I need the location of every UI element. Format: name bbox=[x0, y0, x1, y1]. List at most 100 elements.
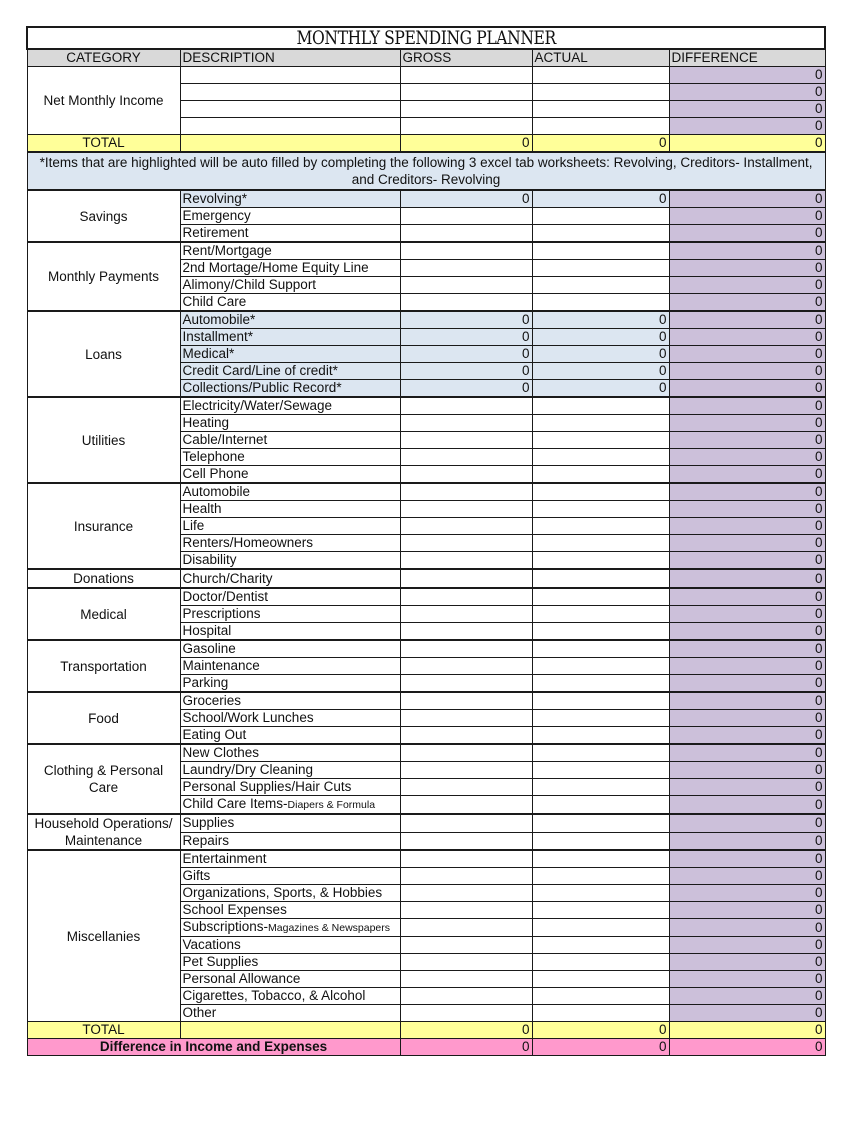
actual-cell[interactable] bbox=[531, 691, 670, 710]
gross-cell[interactable] bbox=[399, 241, 533, 260]
description-cell[interactable]: Credit Card/Line of credit* bbox=[179, 362, 401, 380]
description-cell[interactable]: Eating Out bbox=[179, 726, 401, 745]
gross-cell[interactable] bbox=[399, 901, 533, 919]
gross-cell[interactable] bbox=[399, 657, 533, 675]
actual-cell[interactable] bbox=[531, 293, 670, 312]
actual-cell[interactable] bbox=[531, 500, 670, 518]
actual-cell[interactable] bbox=[531, 970, 670, 988]
actual-cell[interactable] bbox=[531, 639, 670, 658]
gross-cell[interactable] bbox=[399, 987, 533, 1005]
description-cell[interactable]: Pet Supplies bbox=[179, 953, 401, 971]
actual-cell[interactable] bbox=[531, 918, 670, 937]
description-cell[interactable]: Gasoline bbox=[179, 639, 401, 658]
description-cell[interactable]: Repairs bbox=[179, 831, 401, 851]
actual-cell[interactable] bbox=[531, 831, 670, 851]
description-cell[interactable]: Entertainment bbox=[179, 849, 401, 868]
gross-cell[interactable] bbox=[399, 465, 533, 484]
description-cell[interactable]: Disability bbox=[179, 551, 401, 570]
gross-cell[interactable] bbox=[399, 276, 533, 294]
actual-cell[interactable] bbox=[531, 813, 670, 833]
gross-cell[interactable] bbox=[399, 414, 533, 432]
gross-cell[interactable] bbox=[399, 207, 533, 225]
description-cell[interactable]: Emergency bbox=[179, 207, 401, 225]
actual-cell[interactable] bbox=[531, 901, 670, 919]
description-cell[interactable] bbox=[179, 83, 401, 101]
description-cell[interactable]: Hospital bbox=[179, 622, 401, 641]
actual-cell[interactable] bbox=[531, 674, 670, 693]
gross-cell[interactable] bbox=[399, 813, 533, 833]
actual-cell[interactable]: 0 bbox=[531, 362, 670, 380]
gross-cell[interactable]: 0 bbox=[399, 362, 533, 380]
description-cell[interactable]: Parking bbox=[179, 674, 401, 693]
description-cell[interactable]: Laundry/Dry Cleaning bbox=[179, 761, 401, 779]
actual-cell[interactable] bbox=[531, 431, 670, 449]
description-cell[interactable]: Cable/Internet bbox=[179, 431, 401, 449]
gross-cell[interactable] bbox=[399, 849, 533, 868]
description-cell[interactable]: Installment* bbox=[179, 328, 401, 346]
description-cell[interactable]: School/Work Lunches bbox=[179, 709, 401, 727]
gross-cell[interactable] bbox=[399, 568, 533, 589]
gross-cell[interactable] bbox=[399, 884, 533, 902]
description-cell[interactable]: Heating bbox=[179, 414, 401, 432]
gross-cell[interactable] bbox=[399, 691, 533, 710]
gross-cell[interactable] bbox=[399, 795, 533, 815]
gross-cell[interactable]: 0 bbox=[399, 310, 533, 329]
gross-cell[interactable] bbox=[399, 66, 533, 84]
description-cell[interactable]: Maintenance bbox=[179, 657, 401, 675]
description-cell[interactable] bbox=[179, 66, 401, 84]
gross-cell[interactable] bbox=[399, 83, 533, 101]
description-cell[interactable]: Rent/Mortgage bbox=[179, 241, 401, 260]
actual-cell[interactable] bbox=[531, 465, 670, 484]
description-cell[interactable]: 2nd Mortage/Home Equity Line bbox=[179, 259, 401, 277]
gross-cell[interactable] bbox=[399, 743, 533, 762]
description-cell[interactable]: School Expenses bbox=[179, 901, 401, 919]
actual-cell[interactable] bbox=[531, 587, 670, 606]
description-cell[interactable]: Personal Allowance bbox=[179, 970, 401, 988]
description-cell[interactable]: Vacations bbox=[179, 936, 401, 954]
description-cell[interactable]: Doctor/Dentist bbox=[179, 587, 401, 606]
description-cell[interactable]: Supplies bbox=[179, 813, 401, 833]
description-cell[interactable]: Prescriptions bbox=[179, 605, 401, 623]
gross-cell[interactable]: 0 bbox=[399, 189, 533, 208]
actual-cell[interactable] bbox=[531, 259, 670, 277]
description-cell[interactable]: Church/Charity bbox=[179, 568, 401, 589]
description-cell[interactable]: Revolving* bbox=[179, 189, 401, 208]
gross-cell[interactable] bbox=[399, 709, 533, 727]
description-cell[interactable] bbox=[179, 100, 401, 118]
actual-cell[interactable] bbox=[531, 726, 670, 745]
actual-cell[interactable] bbox=[531, 743, 670, 762]
actual-cell[interactable] bbox=[531, 568, 670, 589]
gross-cell[interactable]: 0 bbox=[399, 328, 533, 346]
gross-cell[interactable] bbox=[399, 587, 533, 606]
actual-cell[interactable] bbox=[531, 622, 670, 641]
gross-cell[interactable] bbox=[399, 448, 533, 466]
gross-cell[interactable] bbox=[399, 517, 533, 535]
description-cell[interactable]: Subscriptions-Magazines & Newspapers bbox=[179, 918, 401, 937]
gross-cell[interactable] bbox=[399, 970, 533, 988]
actual-cell[interactable] bbox=[531, 884, 670, 902]
actual-cell[interactable] bbox=[531, 83, 670, 101]
actual-cell[interactable] bbox=[531, 482, 670, 501]
description-cell[interactable]: Child Care bbox=[179, 293, 401, 312]
gross-cell[interactable] bbox=[399, 396, 533, 415]
gross-cell[interactable] bbox=[399, 936, 533, 954]
actual-cell[interactable] bbox=[531, 795, 670, 815]
description-cell[interactable]: Life bbox=[179, 517, 401, 535]
gross-cell[interactable] bbox=[399, 224, 533, 243]
actual-cell[interactable]: 0 bbox=[531, 310, 670, 329]
gross-cell[interactable] bbox=[399, 605, 533, 623]
actual-cell[interactable] bbox=[531, 936, 670, 954]
gross-cell[interactable] bbox=[399, 259, 533, 277]
actual-cell[interactable]: 0 bbox=[531, 345, 670, 363]
actual-cell[interactable] bbox=[531, 849, 670, 868]
description-cell[interactable]: Retirement bbox=[179, 224, 401, 243]
actual-cell[interactable] bbox=[531, 100, 670, 118]
gross-cell[interactable] bbox=[399, 778, 533, 796]
gross-cell[interactable] bbox=[399, 534, 533, 552]
description-cell[interactable]: Automobile bbox=[179, 482, 401, 501]
actual-cell[interactable] bbox=[531, 778, 670, 796]
gross-cell[interactable] bbox=[399, 639, 533, 658]
actual-cell[interactable]: 0 bbox=[531, 379, 670, 398]
actual-cell[interactable] bbox=[531, 534, 670, 552]
description-cell[interactable]: Automobile* bbox=[179, 310, 401, 329]
